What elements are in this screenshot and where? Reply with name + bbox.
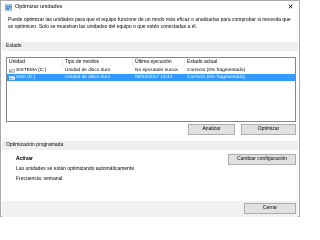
schedule-section-label: Optimización programada — [6, 142, 64, 148]
last-run: 08/02/2017 15:44 — [135, 75, 173, 80]
defrag-app-icon — [5, 4, 12, 11]
column-header-state[interactable]: Estado actual — [185, 59, 295, 66]
table-row[interactable]: SISTEMA (C:) Unidad de disco duro No eje… — [7, 67, 295, 74]
optimize-drives-window: Optimizar unidades ✕ Puede optimizar las… — [0, 0, 300, 217]
table-header: Unidad Tipo de medios Última ejecución E… — [7, 58, 295, 66]
current-state: Correcto (0% fragmentado) — [187, 68, 246, 73]
column-header-media[interactable]: Tipo de medios — [63, 59, 133, 66]
description-text: Puede optimizar las unidades para que el… — [8, 17, 291, 30]
schedule-description: Las unidades se están optimizando automá… — [16, 166, 136, 172]
last-run: No ejecutado nunca — [135, 68, 178, 73]
title-bar: Optimizar unidades ✕ — [1, 1, 299, 15]
current-state: Correcto (0% fragmentado) — [187, 75, 246, 80]
status-section-label: Estado — [6, 43, 22, 49]
close-window-button[interactable]: ✕ — [283, 2, 298, 13]
schedule-state: Activar — [16, 156, 33, 162]
media-type: Unidad de disco duro — [65, 68, 111, 73]
drive-name: SSD (D:) — [16, 75, 36, 80]
table-row-selected[interactable]: SSD (D:) Unidad de disco duro 08/02/2017… — [7, 74, 295, 81]
change-settings-button[interactable]: Cambiar configuración — [228, 154, 296, 165]
status-section-band — [2, 42, 298, 51]
close-button[interactable]: Cerrar — [244, 203, 296, 214]
schedule-frequency: Frecuencia: semanal — [16, 176, 63, 182]
drives-table[interactable]: Unidad Tipo de medios Última ejecución E… — [6, 57, 296, 122]
window-title: Optimizar unidades — [15, 4, 63, 10]
media-type: Unidad de disco duro — [65, 75, 111, 80]
analyze-button[interactable]: Analizar — [188, 124, 235, 135]
optimize-button[interactable]: Optimizar — [241, 124, 296, 135]
close-icon: ✕ — [287, 4, 294, 11]
column-header-last-run[interactable]: Última ejecución — [133, 59, 185, 66]
column-header-drive[interactable]: Unidad — [7, 59, 63, 66]
drive-name: SISTEMA (C:) — [16, 68, 47, 73]
